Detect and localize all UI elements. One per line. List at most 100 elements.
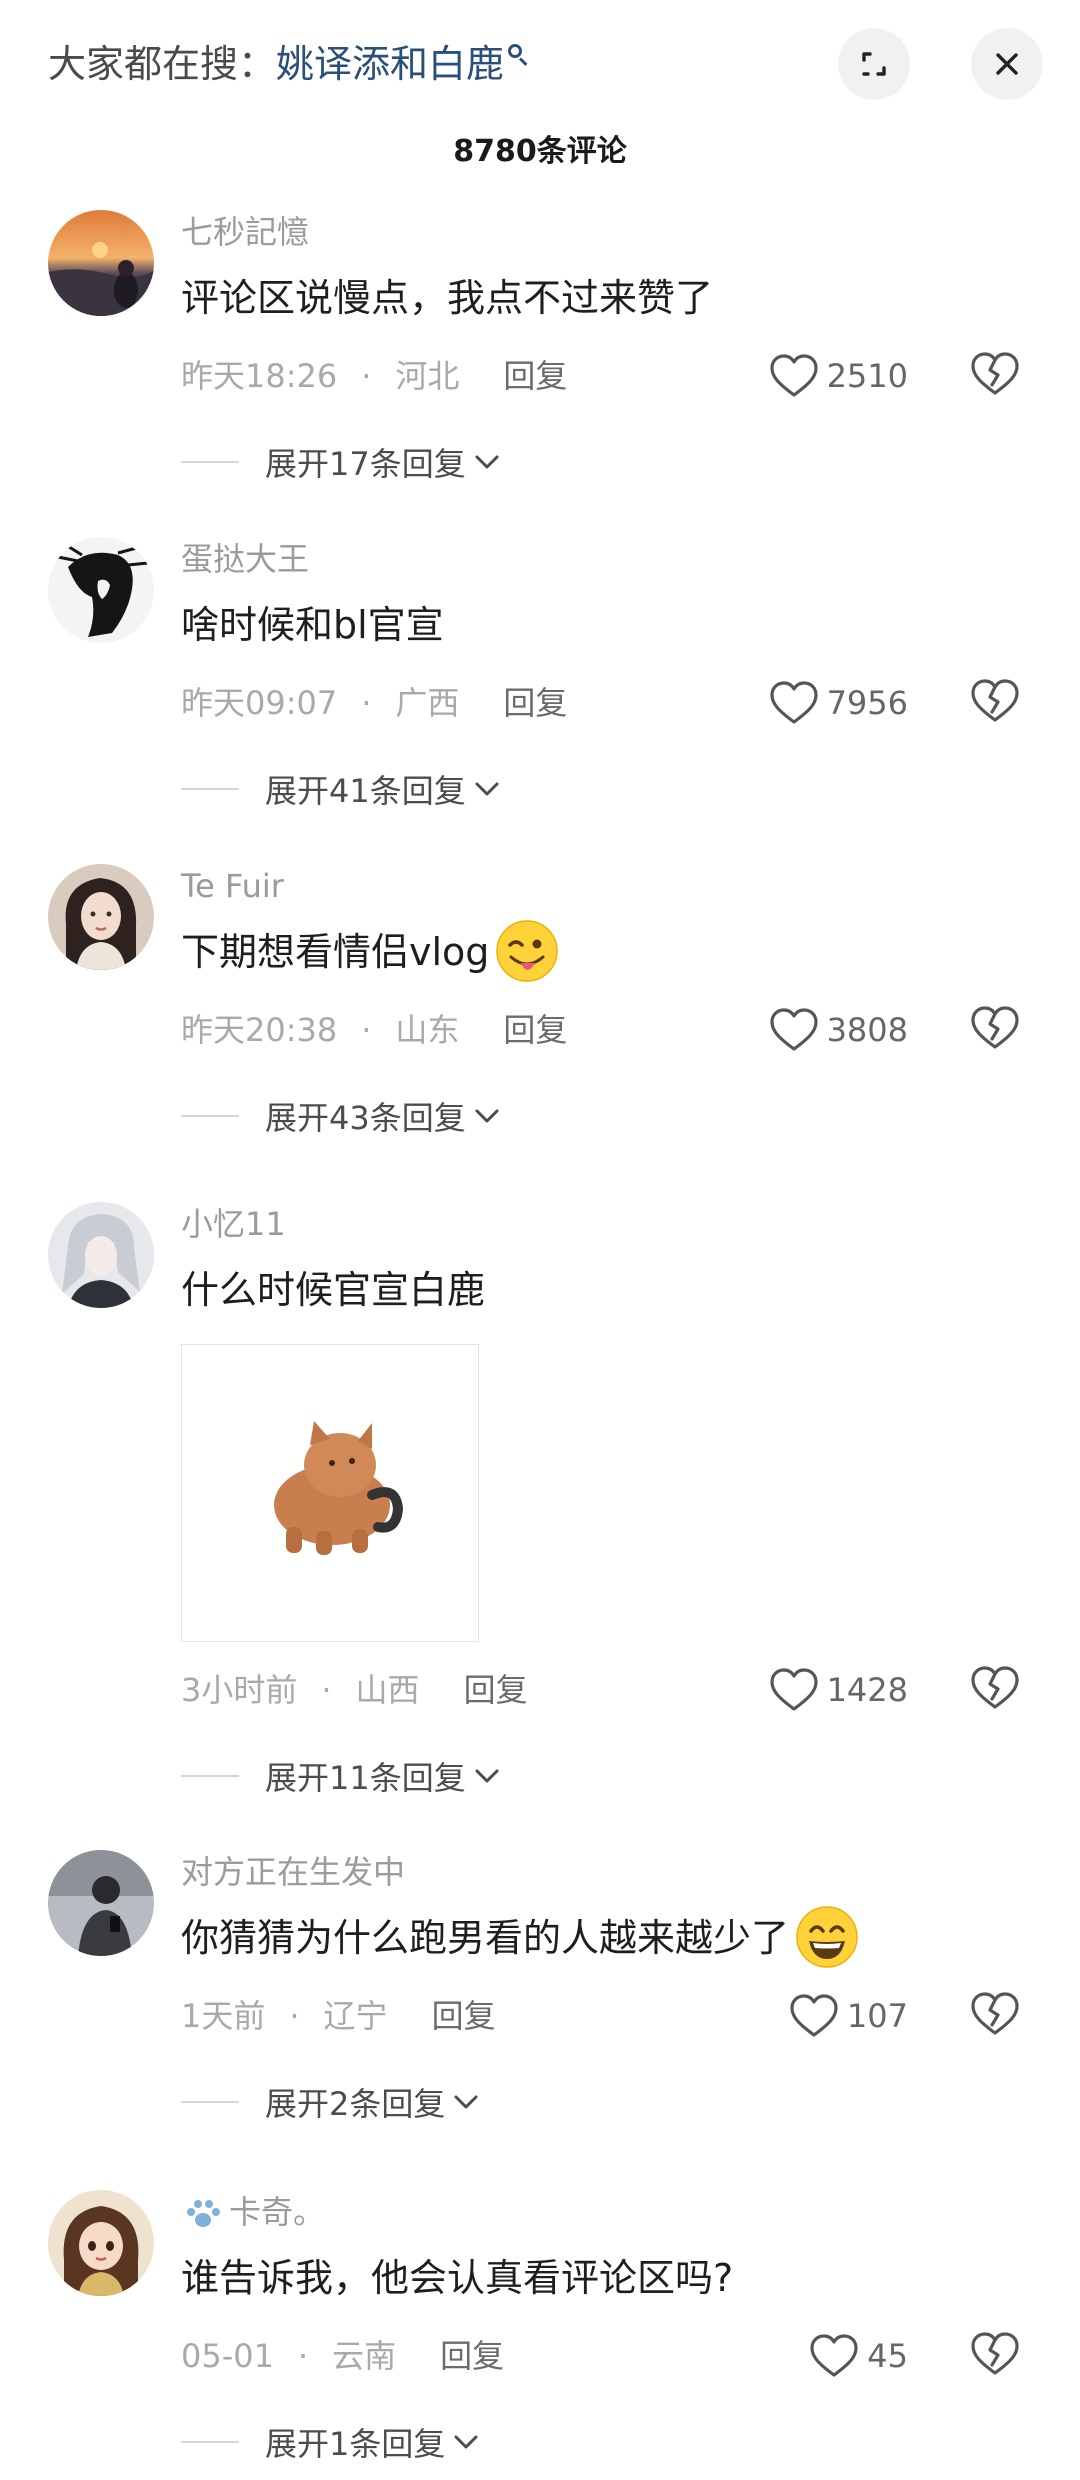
comment-meta: 1天前 · 辽宁 回复 <box>181 1994 496 2038</box>
comment-text: 你猜猜为什么跑男看的人越来越少了 <box>181 1905 861 1971</box>
comment-sticker-image[interactable] <box>181 1344 479 1642</box>
reply-button[interactable]: 回复 <box>432 1997 496 2035</box>
dislike-button[interactable] <box>970 351 1020 397</box>
like-button[interactable]: 107 <box>789 1991 908 2041</box>
reply-button[interactable]: 回复 <box>503 1011 567 1049</box>
heart-icon <box>810 2334 858 2377</box>
avatar[interactable] <box>48 864 154 970</box>
reply-button[interactable]: 回复 <box>464 1671 528 1709</box>
comment-time: 昨天20:38 <box>181 1011 338 1049</box>
grinning-emoji-icon <box>793 1903 861 1971</box>
comment-meta: 昨天20:38 · 山东 回复 <box>181 1008 567 1052</box>
avatar[interactable] <box>48 2190 154 2296</box>
dislike-button[interactable] <box>970 2331 1020 2377</box>
avatar[interactable] <box>48 537 154 643</box>
meta-separator: · <box>297 2337 309 2375</box>
like-button[interactable]: 7956 <box>769 678 908 728</box>
dislike-button[interactable] <box>970 1991 1020 2037</box>
expand-replies-button[interactable]: 展开11条回复 <box>181 1754 500 1798</box>
chevron-down-icon <box>453 2433 479 2451</box>
expand-replies-button[interactable]: 展开17条回复 <box>181 440 500 484</box>
search-icon[interactable] <box>508 44 530 66</box>
chevron-down-icon <box>474 1767 500 1785</box>
expand-replies-button[interactable]: 展开41条回复 <box>181 767 500 811</box>
close-button[interactable] <box>971 28 1043 100</box>
reply-button[interactable]: 回复 <box>503 357 567 395</box>
meta-separator: · <box>289 1997 300 2035</box>
heart-icon <box>769 1008 818 1051</box>
broken-heart-icon <box>971 679 1019 722</box>
expand-replies-label: 展开1条回复 <box>265 2425 446 2463</box>
like-count: 1428 <box>826 1671 908 1709</box>
comment-location: 山西 <box>355 1671 420 1709</box>
comment-text: 下期想看情侣vlog <box>181 919 561 985</box>
username-text: 卡奇。 <box>229 2193 326 2231</box>
broken-heart-icon <box>971 1666 1019 1709</box>
like-button[interactable]: 1428 <box>769 1665 908 1715</box>
divider <box>181 461 239 463</box>
comment-time: 05-01 <box>181 2337 274 2375</box>
heart-icon <box>790 1994 838 2037</box>
chevron-down-icon <box>474 780 500 798</box>
wink-tongue-emoji-icon <box>493 917 561 985</box>
like-count: 7956 <box>826 684 908 722</box>
comment-text-content: 下期想看情侣vlog <box>181 930 490 974</box>
expand-replies-label: 展开2条回复 <box>265 2085 446 2123</box>
avatar[interactable] <box>48 1850 154 1956</box>
like-count: 2510 <box>826 357 908 395</box>
expand-button[interactable] <box>838 28 910 100</box>
username[interactable]: 卡奇。 <box>181 2190 325 2234</box>
comment-text-content: 你猜猜为什么跑男看的人越来越少了 <box>181 1916 790 1960</box>
close-icon <box>996 53 1018 75</box>
username[interactable]: Te Fuir <box>181 864 284 908</box>
username[interactable]: 对方正在生发中 <box>181 1850 405 1894</box>
comment-text: 什么时候官宣白鹿 <box>181 1268 486 1312</box>
broken-heart-icon <box>971 2332 1019 2375</box>
comment-time: 昨天18:26 <box>181 357 338 395</box>
comment-location: 河北 <box>395 357 460 395</box>
expand-replies-label: 展开41条回复 <box>265 772 466 810</box>
like-button[interactable]: 2510 <box>769 351 908 401</box>
divider <box>181 2101 239 2103</box>
avatar[interactable] <box>48 1202 154 1308</box>
kitten-sticker-icon <box>274 1421 404 1555</box>
expand-replies-label: 展开43条回复 <box>265 1099 466 1137</box>
like-count: 3808 <box>826 1011 908 1049</box>
comment-meta: 昨天09:07 · 广西 回复 <box>181 681 567 725</box>
comment-meta: 05-01 · 云南 回复 <box>181 2334 504 2378</box>
expand-replies-button[interactable]: 展开43条回复 <box>181 1094 500 1138</box>
divider <box>181 788 239 790</box>
chevron-down-icon <box>474 453 500 471</box>
username[interactable]: 蛋挞大王 <box>181 537 309 581</box>
dislike-button[interactable] <box>970 678 1020 724</box>
expand-replies-button[interactable]: 展开2条回复 <box>181 2080 479 2124</box>
hot-search-keyword[interactable]: 姚译添和白鹿 <box>276 42 504 86</box>
hot-search-bar[interactable]: 大家都在搜：姚译添和白鹿 <box>48 38 530 90</box>
comment-meta: 昨天18:26 · 河北 回复 <box>181 354 567 398</box>
divider <box>181 1775 239 1777</box>
reply-button[interactable]: 回复 <box>503 684 567 722</box>
broken-heart-icon <box>971 352 1019 395</box>
dislike-button[interactable] <box>970 1005 1020 1051</box>
like-button[interactable]: 3808 <box>769 1005 908 1055</box>
username[interactable]: 小忆11 <box>181 1202 286 1246</box>
expand-icon <box>862 52 886 76</box>
avatar[interactable] <box>48 210 154 316</box>
expand-replies-label: 展开11条回复 <box>265 1759 466 1797</box>
expand-replies-button[interactable]: 展开1条回复 <box>181 2420 479 2464</box>
comment-time: 1天前 <box>181 1997 266 2035</box>
comment-time: 3小时前 <box>181 1671 298 1709</box>
username[interactable]: 七秒記憶 <box>181 210 309 254</box>
chevron-down-icon <box>453 2093 479 2111</box>
comment-location: 山东 <box>395 1011 460 1049</box>
dislike-button[interactable] <box>970 1665 1020 1711</box>
comment-location: 辽宁 <box>323 1997 388 2035</box>
meta-separator: · <box>361 684 372 722</box>
comment-time: 昨天09:07 <box>181 684 338 722</box>
comment-count: 8780条评论 <box>453 134 627 169</box>
like-button[interactable]: 45 <box>809 2331 908 2381</box>
comment-text: 啥时候和bl官宣 <box>181 603 444 647</box>
reply-button[interactable]: 回复 <box>440 2337 504 2375</box>
broken-heart-icon <box>971 1992 1019 2035</box>
hot-search-prefix: 大家都在搜： <box>48 42 277 86</box>
